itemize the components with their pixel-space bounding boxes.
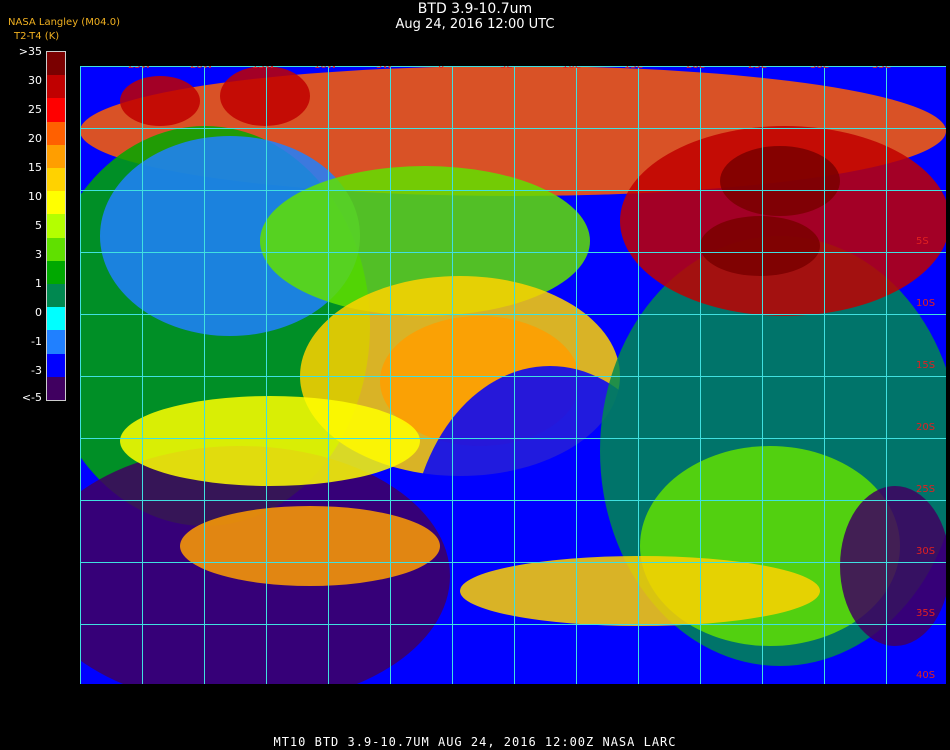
longitude-label: 5E [500,66,513,71]
meridian-line [328,66,329,684]
parallel-line [80,376,946,377]
meridian-line [390,66,391,684]
meridian-line [824,66,825,684]
parallel-line [80,314,946,315]
legend-tick-label: 0 [35,306,42,319]
imagery-region [180,506,440,586]
parallel-line [80,128,946,129]
meridian-line [762,66,763,684]
legend-swatch [47,376,65,401]
legend-swatch [47,237,65,261]
legend-tick-label: 3 [35,248,42,261]
imagery-region [720,146,840,216]
latitude-label: 15S [916,360,936,371]
meridian-line [452,66,453,684]
legend-tick-label: 20 [28,132,42,145]
legend-swatch [47,353,65,377]
legend-swatch [47,75,65,99]
image-title: BTD 3.9-10.7um [417,1,533,17]
longitude-label: 25W [128,66,151,71]
color-legend [46,51,66,401]
legend-tick-label: 10 [28,190,42,203]
legend-tick-label: 25 [28,103,42,116]
legend-tick-label: >35 [18,45,42,58]
legend-tick-label: 30 [28,74,42,87]
longitude-label: 10W [314,66,337,71]
longitude-label: 15W [252,66,275,71]
footer-caption: MT10 BTD 3.9-10.7UM AUG 24, 2016 12:00Z … [273,735,677,749]
legend-tick-label: 5 [35,219,42,232]
parallel-line [80,438,946,439]
latitude-label: 30S [916,546,936,557]
imagery-region [120,76,200,126]
latitude-label: 25S [916,484,936,495]
parallel-line [80,190,946,191]
legend-swatch [47,168,65,192]
legend-swatch [47,214,65,238]
legend-swatch [47,121,65,145]
parallel-line [80,624,946,625]
legend-swatch [47,144,65,169]
legend-swatch [47,260,65,285]
latitude-label: 35S [916,608,936,619]
longitude-label: 5W [376,66,392,71]
parallel-line [80,562,946,563]
legend-swatch [47,307,65,331]
producer-label: NASA Langley (M04.0) [8,17,120,28]
legend-tick-label: -3 [31,364,42,377]
meridian-line [886,66,887,684]
legend-swatch [47,284,65,308]
longitude-label: 15E [624,66,643,71]
parallel-line [80,252,946,253]
longitude-label: 20W [190,66,213,71]
legend-tick-label: <-5 [21,391,42,404]
legend-swatch [47,191,65,215]
latitude-label: 20S [916,422,936,433]
meridian-line [700,66,701,684]
legend-swatch [47,52,65,76]
longitude-label: 0 [438,66,444,71]
imagery-region [220,66,310,126]
legend-swatch [47,98,65,122]
imagery-region [120,396,420,486]
legend-swatch [47,330,65,354]
satellite-map[interactable]: 25W 20W 15W 10W 5W 0 5E 10E 15E 20E 25E 30E 35E 5S 10S… [80,66,946,684]
meridian-line [514,66,515,684]
latitude-label: 40S [916,670,936,681]
latitude-label: 5S [916,236,929,247]
image-timestamp: Aug 24, 2016 12:00 UTC [395,17,555,32]
meridian-line [638,66,639,684]
meridian-line [142,66,143,684]
legend-tick-label: 15 [28,161,42,174]
meridian-line [80,66,81,684]
meridian-line [204,66,205,684]
longitude-label: 10E [562,66,581,71]
longitude-label: 30E [810,66,829,71]
legend-tick-label: 1 [35,277,42,290]
latitude-label: 10S [916,298,936,309]
longitude-label: 20E [686,66,705,71]
longitude-label: 35E [872,66,891,71]
longitude-label: 25E [748,66,767,71]
imagery-region [840,486,946,646]
parallel-line [80,500,946,501]
legend-tick-label: -1 [31,335,42,348]
meridian-line [266,66,267,684]
unit-label: T2-T4 (K) [14,31,60,42]
meridian-line [576,66,577,684]
imagery-region [700,216,820,276]
